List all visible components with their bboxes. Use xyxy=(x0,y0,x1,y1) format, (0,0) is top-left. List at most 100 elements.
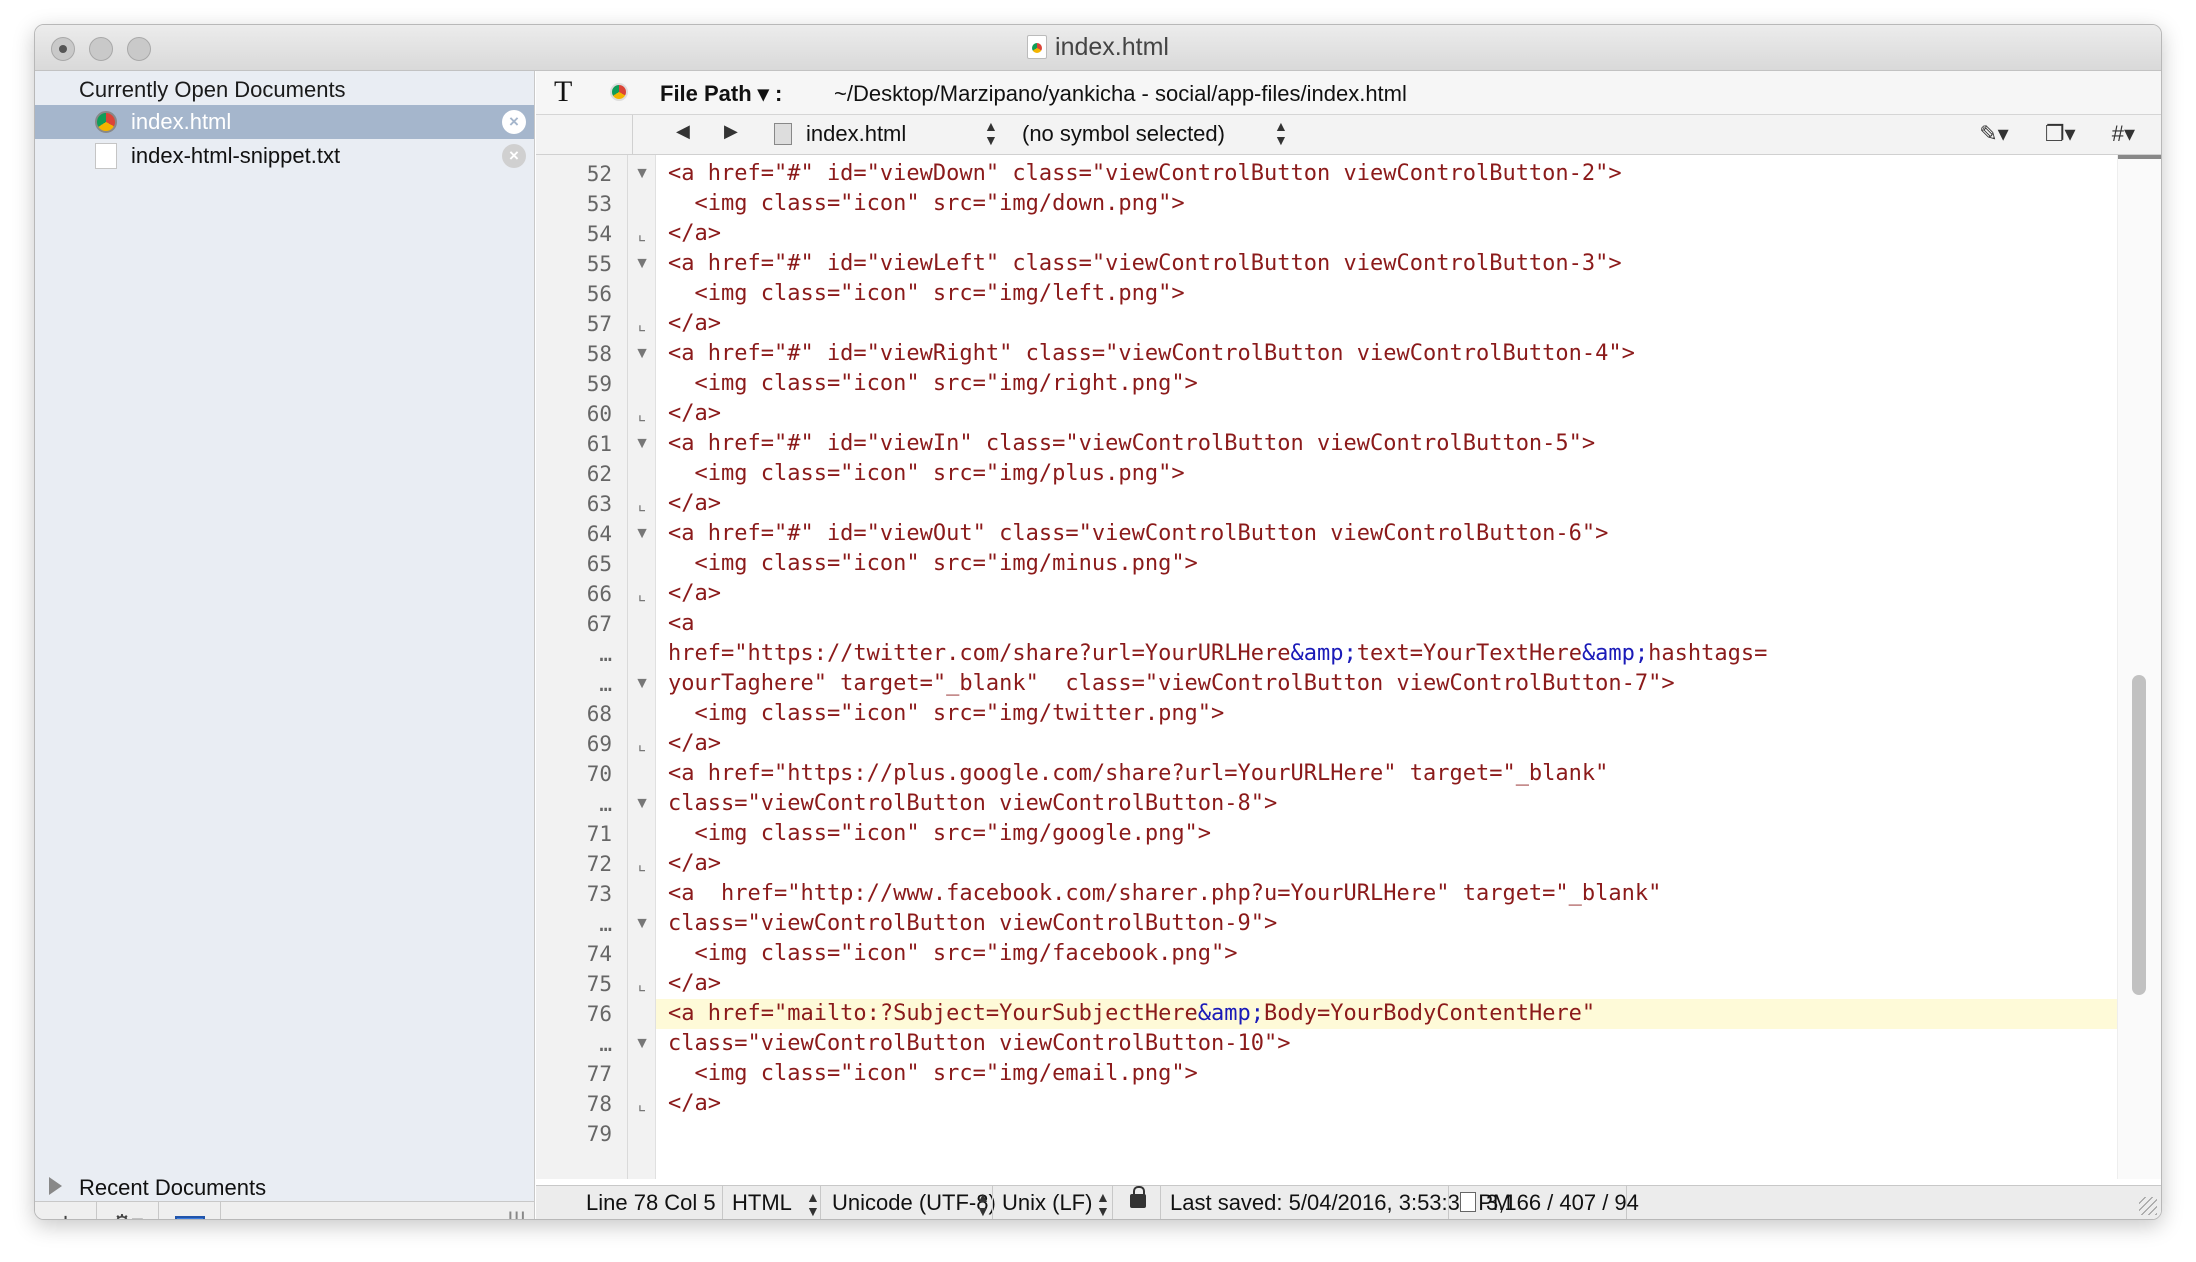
fold-open-icon[interactable] xyxy=(634,909,650,939)
fold-open-icon[interactable] xyxy=(634,339,650,369)
code-line[interactable]: <a href="http://www.facebook.com/sharer.… xyxy=(656,879,2117,909)
language-stepper-icon[interactable]: ▲ ▼ xyxy=(806,1190,820,1218)
code-line[interactable]: </a> xyxy=(656,969,2117,999)
fold-end-icon[interactable] xyxy=(634,219,650,249)
code-line[interactable] xyxy=(656,1119,2117,1149)
fold-end-icon[interactable] xyxy=(634,579,650,609)
symbol-popup[interactable]: (no symbol selected) xyxy=(1022,121,1225,147)
encoding-stepper-icon[interactable]: ▲ ▼ xyxy=(976,1190,990,1218)
file-popup-stepper-icon[interactable]: ▲ ▼ xyxy=(984,119,998,147)
code-line[interactable]: href="https://twitter.com/share?url=Your… xyxy=(656,639,2117,669)
previous-arrow-icon[interactable]: ◀ xyxy=(676,121,690,142)
sidebar-resize-handle[interactable]: ||| xyxy=(507,1208,526,1219)
code-line[interactable]: class="viewControlButton viewControlButt… xyxy=(656,789,2117,819)
code-line[interactable]: <a href="#" id="viewOut" class="viewCont… xyxy=(656,519,2117,549)
code-line[interactable]: <a href="#" id="viewDown" class="viewCon… xyxy=(656,159,2117,189)
code-line-text: <a href="https://plus.google.com/share?u… xyxy=(668,761,1609,786)
line-number: … xyxy=(599,672,612,696)
code-text-area[interactable]: <a href="#" id="viewDown" class="viewCon… xyxy=(656,155,2117,1179)
fold-end-icon[interactable] xyxy=(634,729,650,759)
sidebar-view-toggle-button[interactable] xyxy=(159,1202,221,1219)
disclosure-triangle-icon[interactable] xyxy=(49,1177,62,1195)
file-popup[interactable]: index.html xyxy=(806,121,906,147)
code-line[interactable]: <img class="icon" src="img/down.png"> xyxy=(656,189,2117,219)
code-line[interactable]: <img class="icon" src="img/left.png"> xyxy=(656,279,2117,309)
fold-end-icon[interactable] xyxy=(634,399,650,429)
encoding-popup[interactable]: Unicode (UTF-8) xyxy=(832,1190,996,1216)
recent-documents-section[interactable]: Recent Documents xyxy=(35,1173,534,1201)
code-line[interactable]: class="viewControlButton viewControlButt… xyxy=(656,1029,2117,1059)
fold-open-icon[interactable] xyxy=(634,1029,650,1059)
code-line[interactable]: </a> xyxy=(656,729,2117,759)
code-line[interactable]: <a href="https://plus.google.com/share?u… xyxy=(656,759,2117,789)
scroll-thumb[interactable] xyxy=(2132,675,2146,995)
fold-end-icon[interactable] xyxy=(634,1089,650,1119)
code-line[interactable]: class="viewControlButton viewControlButt… xyxy=(656,909,2117,939)
lock-icon[interactable] xyxy=(1130,1186,1146,1208)
line-endings-popup[interactable]: Unix (LF) xyxy=(1002,1190,1092,1216)
window-title-text: index.html xyxy=(1055,33,1169,61)
fold-open-icon[interactable] xyxy=(634,669,650,699)
code-line[interactable]: </a> xyxy=(656,849,2117,879)
code-line[interactable]: </a> xyxy=(656,399,2117,429)
close-document-button[interactable]: × xyxy=(502,110,526,134)
line-number: 58 xyxy=(586,342,612,366)
code-line[interactable]: yourTaghere" target="_blank" class="view… xyxy=(656,669,2117,699)
symbol-popup-stepper-icon[interactable]: ▲ ▼ xyxy=(1274,119,1288,147)
sidebar-item-snippet-txt[interactable]: index-html-snippet.txt × xyxy=(35,139,534,173)
line-endings-stepper-icon[interactable]: ▲ ▼ xyxy=(1096,1190,1110,1218)
fold-open-icon[interactable] xyxy=(634,159,650,189)
code-line[interactable]: <img class="icon" src="img/twitter.png"> xyxy=(656,699,2117,729)
code-line[interactable]: </a> xyxy=(656,309,2117,339)
sidebar-view-icon xyxy=(174,1215,205,1219)
fold-open-icon[interactable] xyxy=(634,249,650,279)
code-line[interactable]: <img class="icon" src="img/plus.png"> xyxy=(656,459,2117,489)
code-line[interactable]: </a> xyxy=(656,489,2117,519)
file-path-popup[interactable]: File Path ▾ : xyxy=(660,81,782,107)
pencil-menu-icon[interactable]: ✎▾ xyxy=(1979,121,2008,146)
code-line[interactable]: <img class="icon" src="img/email.png"> xyxy=(656,1059,2117,1089)
line-number: 65 xyxy=(586,552,612,576)
line-number: … xyxy=(599,792,612,816)
gear-menu-button[interactable]: ⚙▾ xyxy=(97,1202,159,1219)
close-document-button[interactable]: × xyxy=(502,144,526,168)
chrome-icon[interactable] xyxy=(610,83,628,101)
code-line[interactable]: <a href="#" id="viewIn" class="viewContr… xyxy=(656,429,2117,459)
code-line-text: <img class="icon" src="img/plus.png"> xyxy=(668,461,1185,486)
line-number: 60 xyxy=(586,402,612,426)
line-number: 68 xyxy=(586,702,612,726)
hash-menu-icon[interactable]: #▾ xyxy=(2112,121,2135,146)
fold-end-icon[interactable] xyxy=(634,969,650,999)
code-line[interactable]: <a href="#" id="viewRight" class="viewCo… xyxy=(656,339,2117,369)
code-line[interactable]: </a> xyxy=(656,1089,2117,1119)
sidebar-item-index-html[interactable]: index.html × xyxy=(35,105,534,139)
fold-open-icon[interactable] xyxy=(634,789,650,819)
code-line[interactable]: <img class="icon" src="img/minus.png"> xyxy=(656,549,2117,579)
fold-open-icon[interactable] xyxy=(634,429,650,459)
code-line[interactable]: <a href="mailto:?Subject=YourSubjectHere… xyxy=(656,999,2117,1029)
code-line[interactable]: <img class="icon" src="img/facebook.png"… xyxy=(656,939,2117,969)
language-popup[interactable]: HTML xyxy=(732,1190,792,1216)
vertical-scrollbar[interactable] xyxy=(2117,155,2161,1179)
document-proxy-icon[interactable] xyxy=(1027,35,1048,59)
code-line[interactable]: <a xyxy=(656,609,2117,639)
fold-end-icon[interactable] xyxy=(634,309,650,339)
fold-end-icon[interactable] xyxy=(634,489,650,519)
fold-end-icon[interactable] xyxy=(634,849,650,879)
resize-grip-icon[interactable] xyxy=(2139,1197,2157,1215)
cursor-position[interactable]: Line 78 Col 5 xyxy=(586,1190,716,1216)
editor-window: index.html Currently Open Documents inde… xyxy=(34,24,2162,1220)
line-number: 71 xyxy=(586,822,612,846)
code-line[interactable]: </a> xyxy=(656,219,2117,249)
next-arrow-icon[interactable]: ▶ xyxy=(724,121,738,142)
code-line-text: </a> xyxy=(668,311,721,336)
documents-menu-icon[interactable]: ❐▾ xyxy=(2045,121,2076,146)
code-line[interactable]: <a href="#" id="viewLeft" class="viewCon… xyxy=(656,249,2117,279)
text-tool-icon[interactable]: T xyxy=(554,75,572,109)
code-line[interactable]: </a> xyxy=(656,579,2117,609)
code-line[interactable]: <img class="icon" src="img/google.png"> xyxy=(656,819,2117,849)
line-number: 76 xyxy=(586,1002,612,1026)
add-document-button[interactable]: + xyxy=(35,1202,97,1219)
fold-open-icon[interactable] xyxy=(634,519,650,549)
code-line[interactable]: <img class="icon" src="img/right.png"> xyxy=(656,369,2117,399)
